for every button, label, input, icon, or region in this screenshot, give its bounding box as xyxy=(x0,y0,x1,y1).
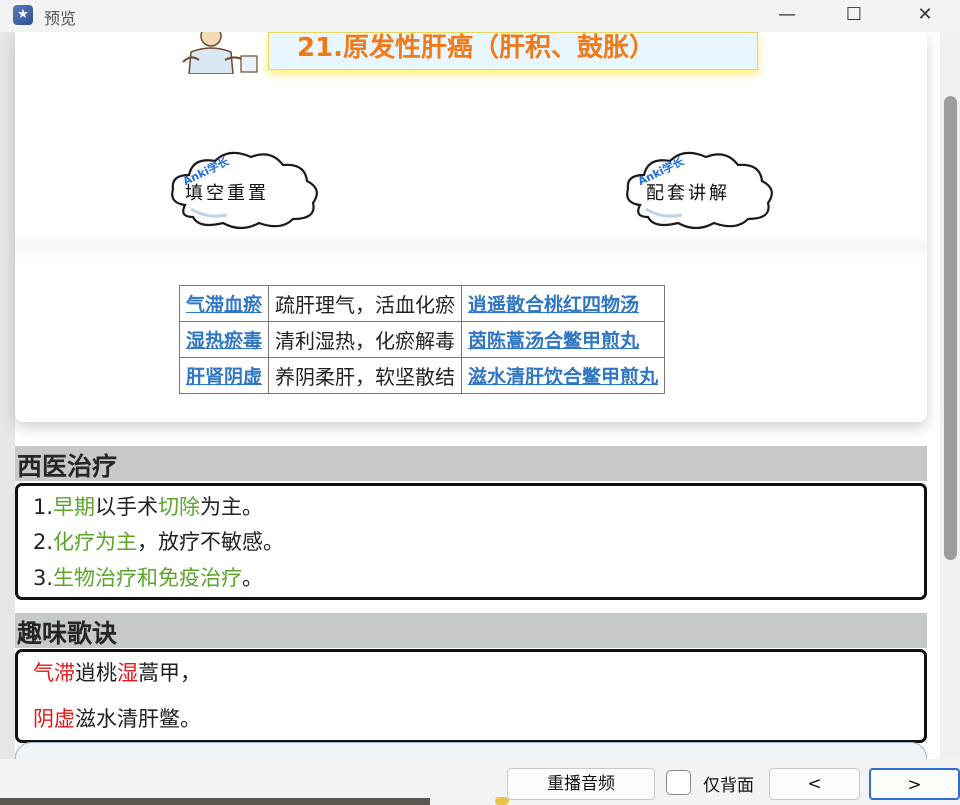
app-icon: ★ xyxy=(13,5,33,25)
maximize-button[interactable]: ☐ xyxy=(831,0,877,32)
preview-content: 21.原发性肝癌（肝积、鼓胀） Anki学长 填空重置 Anki学长 配套讲解 … xyxy=(0,32,940,759)
background-peek xyxy=(0,798,430,805)
mnemonic-line: 气滞逍桃湿蒿甲， xyxy=(33,661,201,685)
topic-banner: 21.原发性肝癌（肝积、鼓胀） xyxy=(268,32,758,70)
table-row: 湿热瘀毒 清利湿热，化瘀解毒 茵陈蒿汤合鳖甲煎丸 xyxy=(178,321,666,358)
reset-cloze-button[interactable]: Anki学长 填空重置 xyxy=(167,145,322,231)
next-button[interactable]: > xyxy=(869,768,960,800)
pattern-link[interactable]: 湿热瘀毒 xyxy=(178,321,270,358)
treatment-principle: 养阴柔肝，软坚散结 xyxy=(268,357,463,394)
back-only-label: 仅背面 xyxy=(703,776,754,796)
title-bar: ★ 预览 — ☐ ✕ xyxy=(0,0,960,32)
formula-link[interactable]: 茵陈蒿汤合鳖甲煎丸 xyxy=(461,321,666,358)
table-row: 肝肾阴虚 养阴柔肝，软坚散结 滋水清肝饮合鳖甲煎丸 xyxy=(178,357,666,394)
back-only-checkbox[interactable] xyxy=(666,770,691,795)
replay-audio-button[interactable]: 重播音频 xyxy=(507,768,655,800)
cloud-label: 配套讲解 xyxy=(646,183,730,204)
treatment-principle: 疏肝理气，活血化瘀 xyxy=(268,285,463,322)
mnemonic-line: 阴虚滋水清肝鳖。 xyxy=(33,707,201,731)
list-item: 2.化疗为主，放疗不敏感。 xyxy=(33,530,285,554)
mnemonic-box: 气滞逍桃湿蒿甲， 阴虚滋水清肝鳖。 xyxy=(15,649,927,743)
card-front: 21.原发性肝癌（肝积、鼓胀） Anki学长 填空重置 Anki学长 配套讲解 … xyxy=(15,32,927,422)
section-title: 趣味歌诀 xyxy=(17,619,118,648)
left-margin xyxy=(0,32,15,759)
table-row: 气滞血瘀 疏肝理气，活血化瘀 逍遥散合桃红四物汤 xyxy=(178,285,666,322)
list-item: 1.早期以手术切除为主。 xyxy=(33,495,264,519)
close-button[interactable]: ✕ xyxy=(902,0,948,32)
formula-link[interactable]: 滋水清肝饮合鳖甲煎丸 xyxy=(461,357,666,394)
cartoon-figure-icon xyxy=(182,32,258,74)
topic-title: 21.原发性肝癌（肝积、鼓胀） xyxy=(297,33,656,63)
syndrome-table: 气滞血瘀 疏肝理气，活血化瘀 逍遥散合桃红四物汤 湿热瘀毒 清利湿热，化瘀解毒 … xyxy=(178,285,666,394)
formula-link[interactable]: 逍遥散合桃红四物汤 xyxy=(461,285,666,322)
pattern-link[interactable]: 肝肾阴虚 xyxy=(178,357,270,394)
section-title: 西医治疗 xyxy=(17,452,118,481)
cloud-label: 填空重置 xyxy=(185,183,269,204)
card-divider xyxy=(15,232,927,262)
pattern-link[interactable]: 气滞血瘀 xyxy=(178,285,270,322)
list-item: 3.生物治疗和免疫治疗。 xyxy=(33,566,264,590)
explanation-cloud-button[interactable]: Anki学长 配套讲解 xyxy=(622,145,777,231)
minimize-button[interactable]: — xyxy=(764,0,810,32)
mnemonic-section-header: 趣味歌诀 xyxy=(15,613,927,648)
next-section-peek xyxy=(15,742,927,759)
previous-button[interactable]: < xyxy=(769,768,860,800)
western-section-header: 西医治疗 xyxy=(15,446,927,481)
window-title: 预览 xyxy=(44,9,77,28)
scrollbar-thumb[interactable] xyxy=(944,96,957,560)
western-treatment-box: 1.早期以手术切除为主。 2.化疗为主，放疗不敏感。 3.生物治疗和免疫治疗。 xyxy=(15,483,927,600)
treatment-principle: 清利湿热，化瘀解毒 xyxy=(268,321,463,358)
